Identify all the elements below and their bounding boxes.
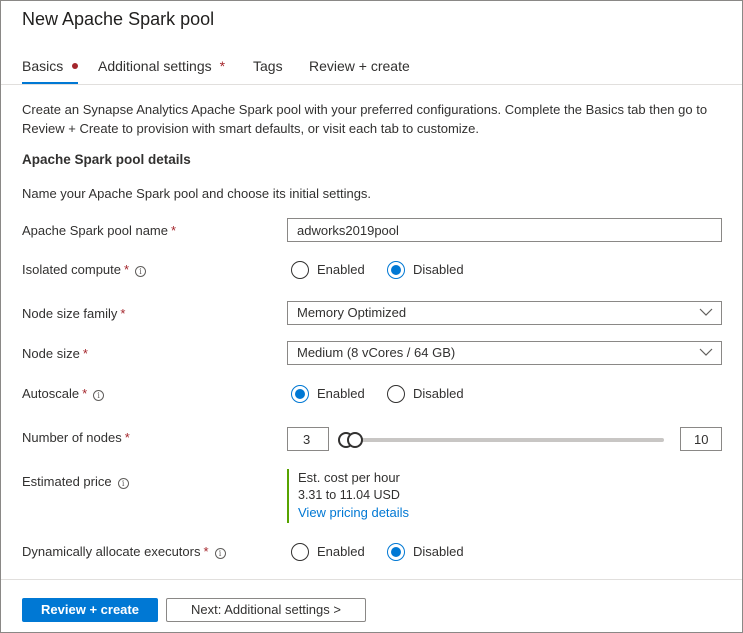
footer-bar: Review + create Next: Additional setting…: [1, 579, 742, 632]
required-marker: *: [82, 386, 88, 401]
price-heading: Est. cost per hour: [298, 470, 400, 485]
radio-circle: [291, 261, 309, 279]
tab-additional-settings[interactable]: Additional settings *: [98, 58, 225, 74]
tab-bar: Basics Additional settings * Tags Review …: [1, 55, 742, 85]
isolated-compute-label: Isolated compute * i: [22, 262, 147, 277]
pricing-details-link[interactable]: View pricing details: [298, 504, 409, 522]
required-marker: *: [170, 223, 177, 238]
section-heading: Apache Spark pool details: [22, 152, 191, 167]
radio-circle-selected: [387, 261, 405, 279]
radio-circle: [291, 543, 309, 561]
page-title: New Apache Spark pool: [22, 9, 215, 29]
tab-tags-label: Tags: [253, 58, 283, 74]
node-size-family-label: Node size family *: [22, 306, 126, 321]
min-nodes-input[interactable]: [287, 427, 329, 451]
info-icon[interactable]: i: [93, 390, 105, 401]
radio-circle-selected: [387, 543, 405, 561]
required-marker: *: [82, 346, 88, 361]
chevron-down-icon: [699, 308, 713, 316]
required-marker: *: [203, 544, 209, 559]
max-nodes-input[interactable]: [680, 427, 722, 451]
node-size-label: Node size *: [22, 346, 88, 361]
info-icon[interactable]: i: [117, 478, 129, 489]
radio-circle: [387, 385, 405, 403]
required-marker: *: [124, 430, 130, 445]
section-subheading: Name your Apache Spark pool and choose i…: [22, 186, 372, 201]
number-of-nodes-label: Number of nodes *: [22, 430, 130, 445]
radio-circle-selected: [291, 385, 309, 403]
tab-additional-settings-label: Additional settings: [98, 58, 212, 74]
review-create-button[interactable]: Review + create: [22, 598, 158, 622]
estimated-price-label: Estimated price i: [22, 474, 129, 489]
tab-tags[interactable]: Tags: [253, 58, 283, 74]
price-summary: Est. cost per hour 3.31 to 11.04 USD Vie…: [287, 469, 409, 523]
pool-name-label: Apache Spark pool name *: [22, 223, 177, 238]
pool-name-input[interactable]: [287, 218, 722, 242]
info-icon[interactable]: i: [135, 266, 147, 277]
max-nodes-slider-handle[interactable]: [347, 432, 363, 448]
dynamic-executors-label: Dynamically allocate executors * i: [22, 544, 226, 559]
next-additional-settings-button[interactable]: Next: Additional settings >: [166, 598, 366, 622]
chevron-down-icon: [699, 348, 713, 356]
validation-dot-icon: [72, 63, 79, 69]
required-marker: *: [120, 306, 126, 321]
node-size-family-dropdown[interactable]: Memory Optimized: [287, 301, 722, 325]
price-range: 3.31 to 11.04 USD: [298, 488, 400, 502]
intro-text: Create an Synapse Analytics Apache Spark…: [22, 102, 708, 136]
tab-basics-label: Basics: [22, 58, 64, 74]
required-marker: *: [219, 58, 226, 74]
node-size-family-value: Memory Optimized: [297, 305, 407, 320]
tab-review-create[interactable]: Review + create: [309, 58, 410, 74]
autoscale-label: Autoscale * i: [22, 386, 105, 401]
required-marker: *: [124, 262, 130, 277]
node-size-value: Medium (8 vCores / 64 GB): [297, 345, 456, 360]
node-size-dropdown[interactable]: Medium (8 vCores / 64 GB): [287, 341, 722, 365]
info-icon[interactable]: i: [214, 548, 226, 559]
tab-basics[interactable]: Basics: [22, 58, 79, 84]
pool-dialog: New Apache Spark pool Basics Additional …: [0, 0, 743, 633]
tab-review-create-label: Review + create: [309, 58, 410, 74]
nodes-slider-track[interactable]: [341, 438, 664, 442]
